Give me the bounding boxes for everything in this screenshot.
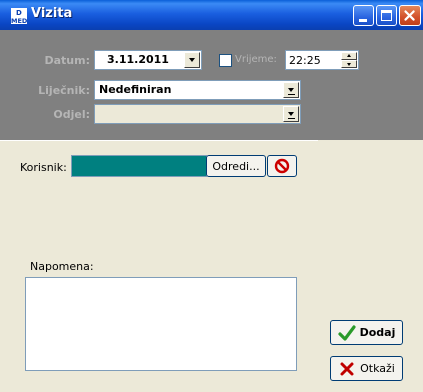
dropdown-bar — [288, 118, 295, 119]
vrijeme-checkbox[interactable] — [219, 54, 232, 67]
lijecnik-label: Liječnik: — [38, 84, 90, 97]
vrijeme-value: 22:25 — [289, 54, 321, 67]
minimize-button[interactable] — [353, 5, 374, 26]
chevron-down-icon — [189, 58, 195, 62]
otkazi-label: Otkaži — [360, 362, 395, 375]
divider — [0, 140, 318, 141]
clear-korisnik-button[interactable] — [267, 155, 297, 177]
window-title: Vizita — [31, 6, 73, 21]
vrijeme-label: Vrijeme: — [235, 54, 277, 65]
x-icon — [340, 362, 354, 375]
checkmark-icon — [338, 324, 356, 341]
korisnik-field[interactable] — [71, 155, 207, 177]
napomena-textarea[interactable] — [25, 277, 297, 371]
odjel-dropdown-button[interactable] — [283, 106, 299, 122]
datum-picker[interactable]: 3.11.2011 — [94, 50, 202, 70]
maximize-icon — [381, 10, 392, 21]
spin-up-icon — [347, 54, 351, 57]
vrijeme-spin-down[interactable] — [341, 60, 357, 68]
vizita-dialog: D MED Vizita Datum: 3.11.2011 Vrijeme: 2… — [0, 0, 423, 392]
odjel-select[interactable] — [94, 104, 301, 124]
title-bar[interactable]: D MED Vizita — [0, 0, 423, 30]
main-panel: Korisnik: Odredi... Napomena: — [0, 140, 318, 392]
lijecnik-select[interactable]: Nedefiniran — [94, 80, 301, 100]
no-entry-icon — [274, 158, 290, 174]
spin-down-icon — [347, 63, 351, 66]
datum-label: Datum: — [44, 54, 90, 67]
odjel-label: Odjel: — [53, 108, 90, 121]
close-button[interactable] — [399, 5, 421, 26]
dodaj-label: Dodaj — [359, 326, 396, 339]
svg-text:MED: MED — [11, 17, 27, 24]
lijecnik-dropdown-button[interactable] — [283, 82, 299, 98]
otkazi-button[interactable]: Otkaži — [330, 356, 403, 381]
vrijeme-spin-up[interactable] — [341, 52, 357, 60]
korisnik-label: Korisnik: — [20, 161, 67, 174]
dropdown-bar — [288, 94, 295, 95]
med-app-icon: D MED — [11, 8, 27, 24]
chevron-down-icon — [288, 88, 294, 92]
header-panel: Datum: 3.11.2011 Vrijeme: 22:25 Liječnik… — [0, 30, 423, 140]
datum-dropdown-button[interactable] — [184, 52, 200, 68]
minimize-icon — [359, 19, 367, 22]
close-icon — [404, 10, 415, 21]
chevron-down-icon — [288, 112, 294, 116]
svg-text:D: D — [16, 9, 22, 17]
napomena-label: Napomena: — [30, 260, 94, 273]
actions-panel: Dodaj Otkaži — [318, 140, 423, 392]
vrijeme-field[interactable]: 22:25 — [285, 50, 359, 70]
odredi-button[interactable]: Odredi... — [206, 155, 266, 177]
datum-value: 3.11.2011 — [107, 53, 169, 66]
lijecnik-value: Nedefiniran — [99, 83, 172, 96]
maximize-button[interactable] — [376, 5, 397, 26]
dodaj-button[interactable]: Dodaj — [330, 320, 403, 345]
